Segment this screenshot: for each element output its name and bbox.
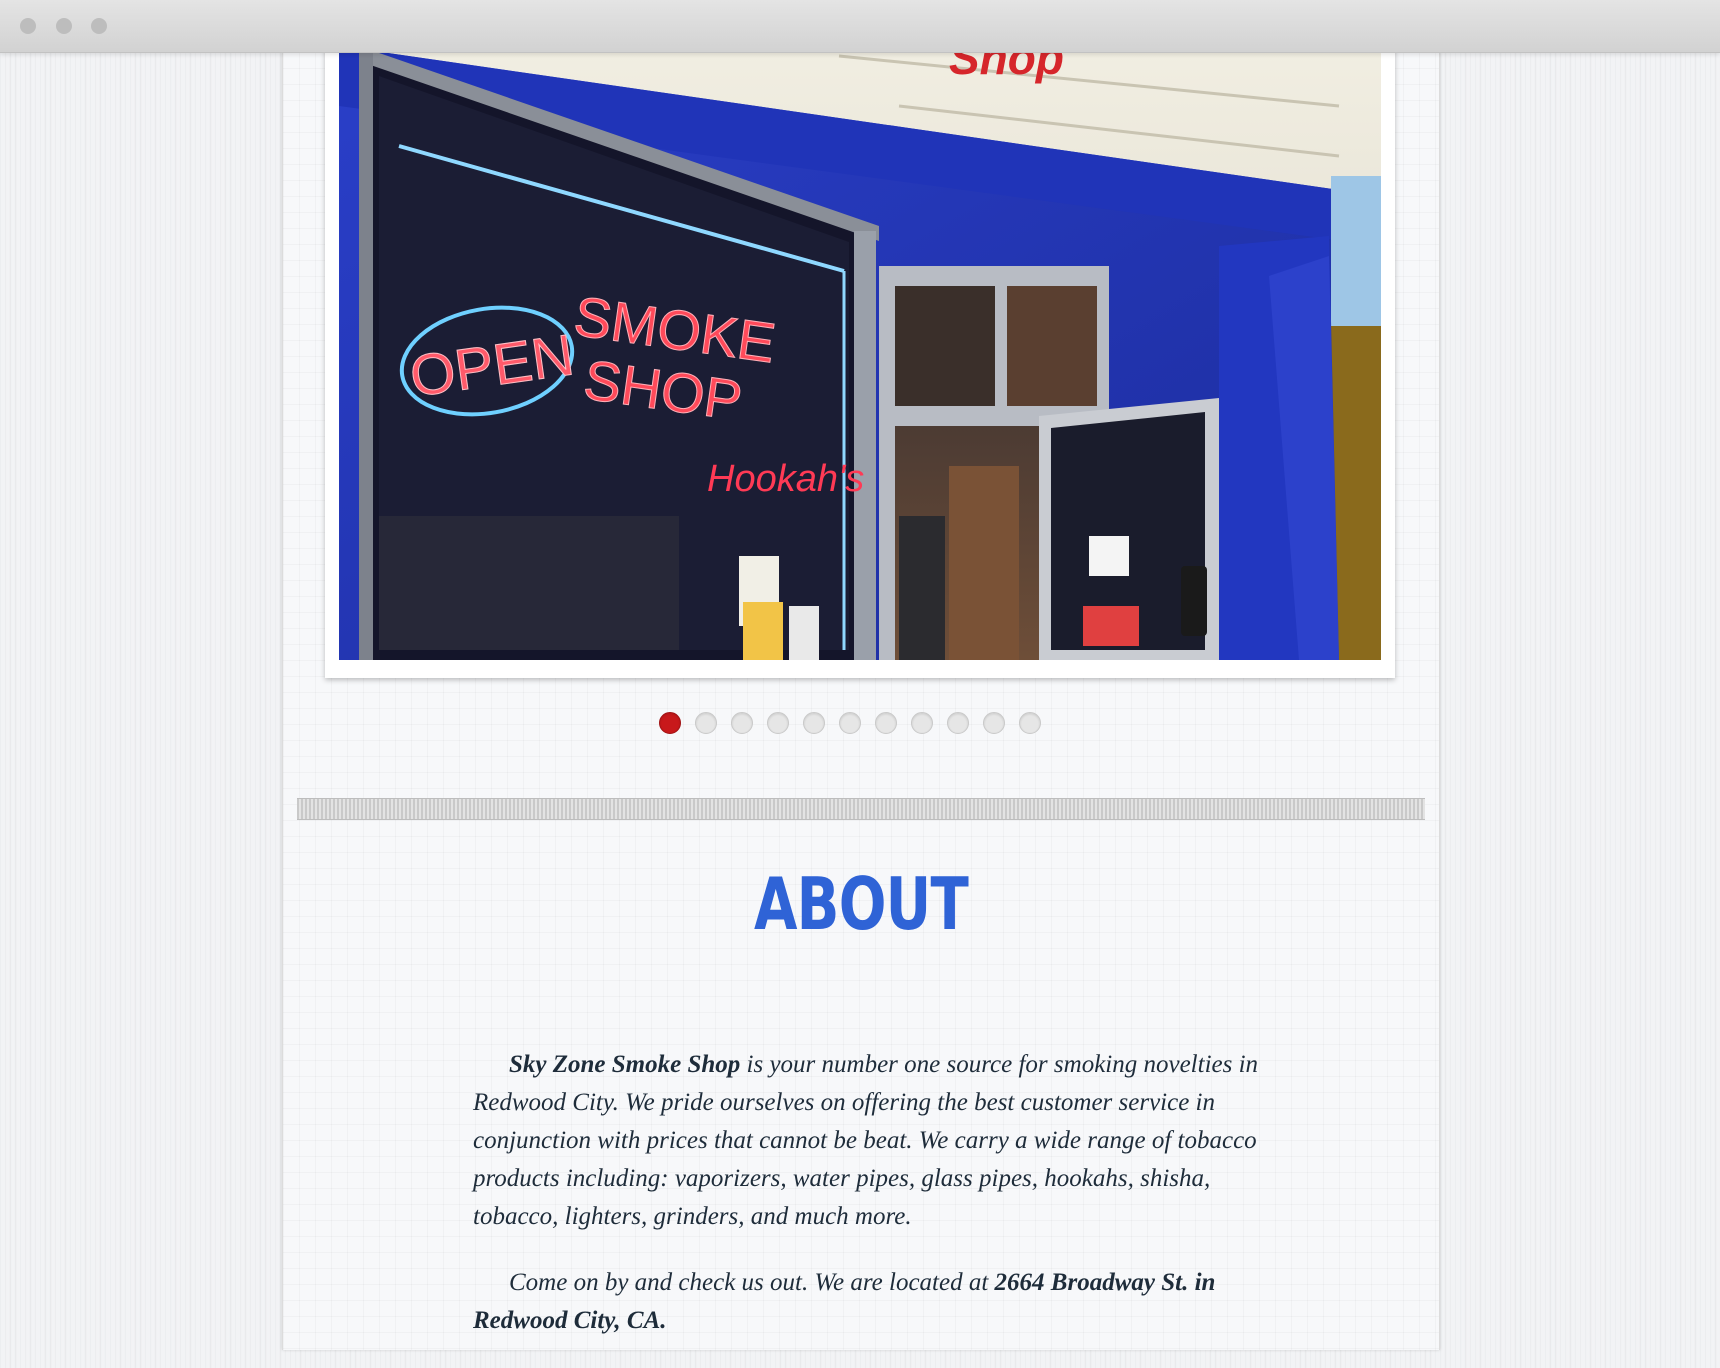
storefront-photo: OPEN SMOKE SHOP Hookah's Shop [339,46,1381,660]
page-container: OPEN SMOKE SHOP Hookah's Shop ABOUT Sky … [282,46,1440,1350]
window-maximize-button[interactable] [91,18,107,34]
section-divider [297,798,1425,820]
slider-dot-8[interactable] [911,712,933,734]
about-paragraph-1: Sky Zone Smoke Shop is your number one s… [473,1046,1263,1236]
about-heading: ABOUT [753,862,969,946]
window-close-button[interactable] [20,18,36,34]
browser-toolbar [0,0,1720,53]
slider-dot-7[interactable] [875,712,897,734]
slider-dot-4[interactable] [767,712,789,734]
slider-dot-9[interactable] [947,712,969,734]
image-slider: OPEN SMOKE SHOP Hookah's Shop [325,46,1395,678]
slider-dot-3[interactable] [731,712,753,734]
about-text: Sky Zone Smoke Shop is your number one s… [473,1046,1263,1368]
about-paragraph-2-text: Come on by and check us out. We are loca… [509,1269,995,1296]
about-paragraph-2: Come on by and check us out. We are loca… [473,1264,1263,1340]
slider-dot-2[interactable] [695,712,717,734]
slider-dot-1[interactable] [659,712,681,734]
slider-dot-5[interactable] [803,712,825,734]
slider-dot-10[interactable] [983,712,1005,734]
shop-name: Sky Zone Smoke Shop [509,1051,741,1078]
slider-pagination [659,712,1041,736]
slider-dot-6[interactable] [839,712,861,734]
slider-dot-11[interactable] [1019,712,1041,734]
neon-hookahs-sign: Hookah's [707,458,864,500]
window-minimize-button[interactable] [56,18,72,34]
